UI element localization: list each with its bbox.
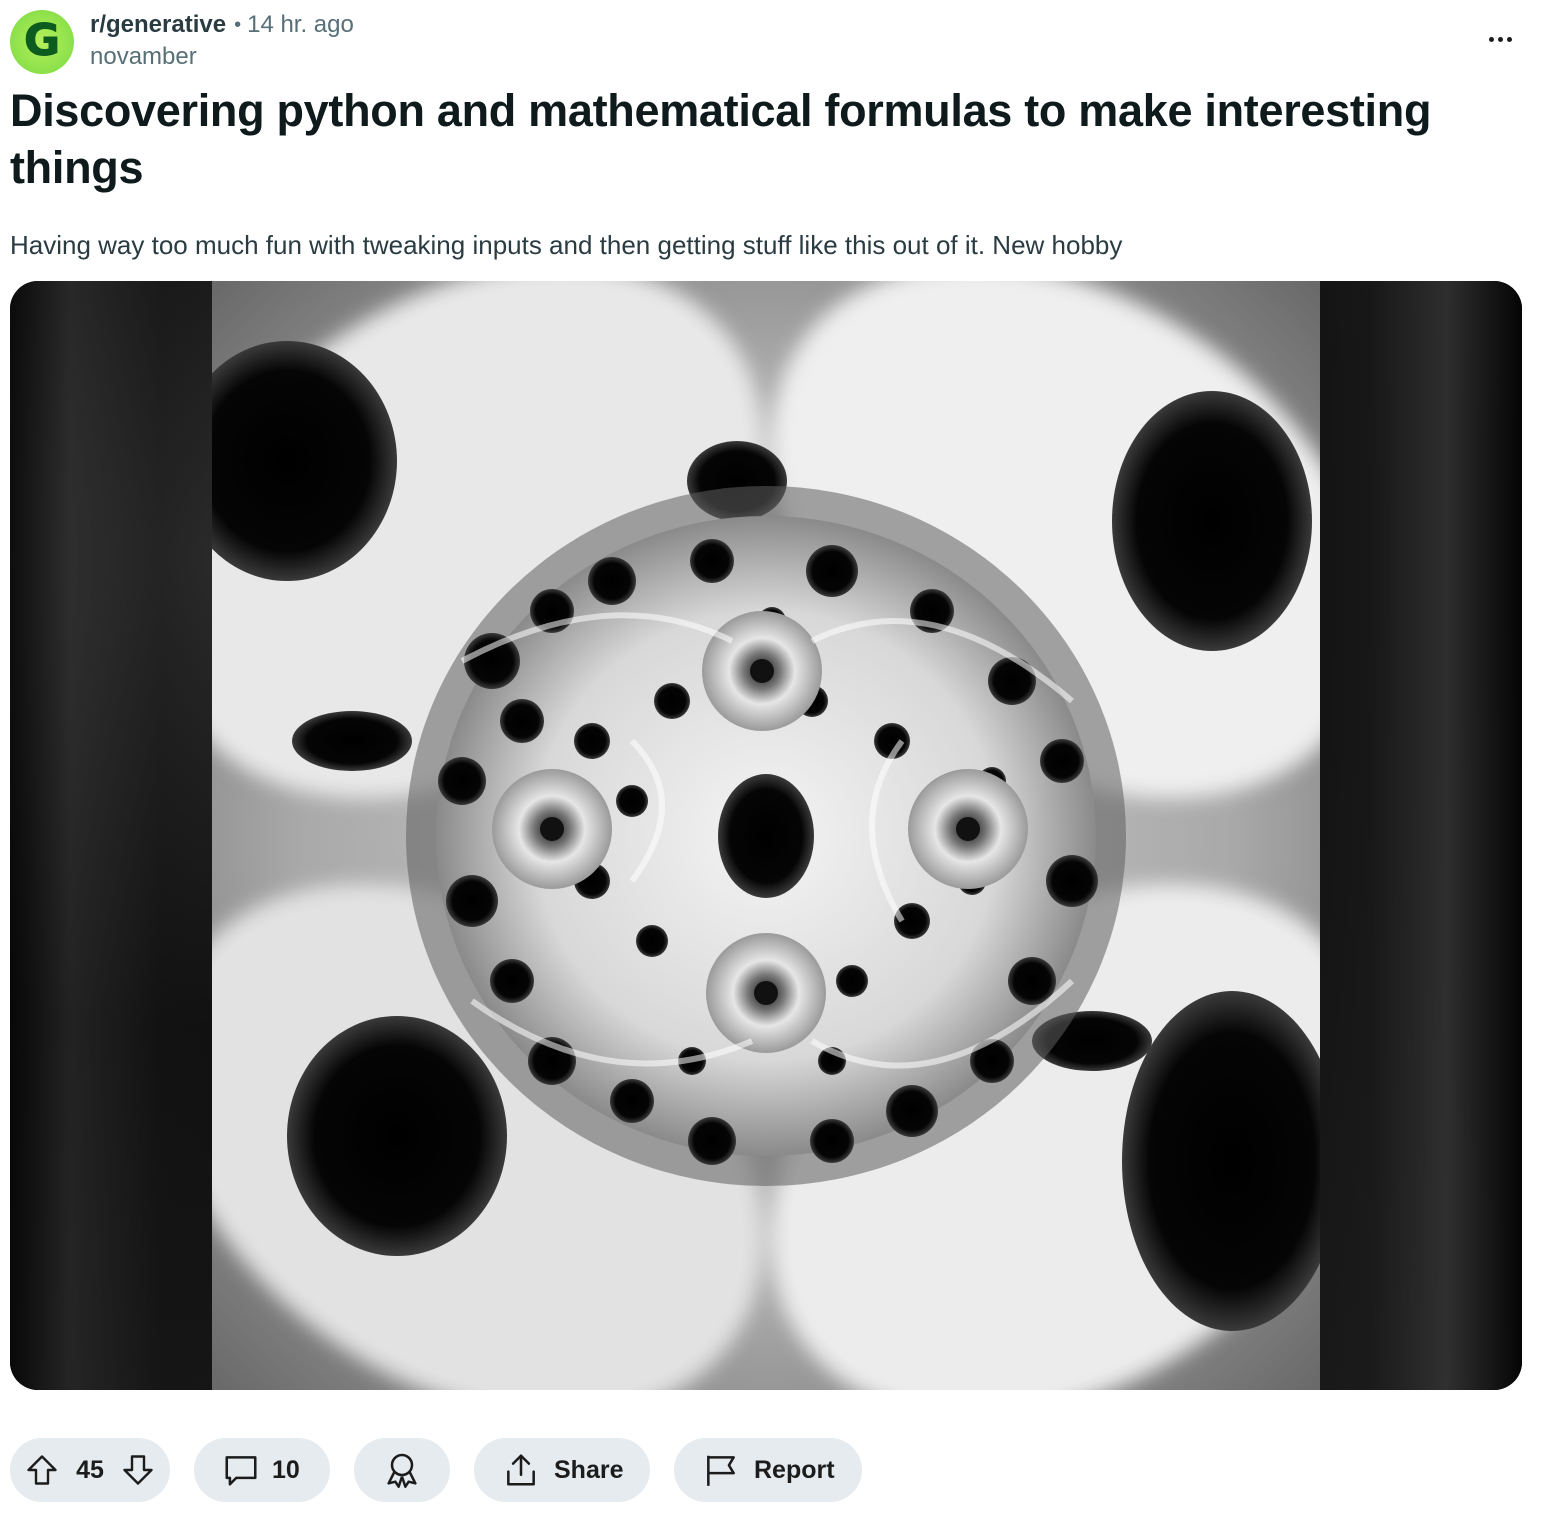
meta-separator: •	[234, 13, 242, 36]
subreddit-link[interactable]: r/generative	[90, 11, 226, 39]
flag-icon	[702, 1451, 740, 1489]
author-link[interactable]: novamber	[90, 43, 197, 71]
post-media[interactable]	[10, 281, 1522, 1390]
report-button[interactable]: Report	[674, 1438, 862, 1502]
post-body: Having way too much fun with tweaking in…	[10, 230, 1123, 260]
more-options-icon[interactable]	[1480, 24, 1520, 54]
comment-count: 10	[272, 1455, 300, 1484]
vote-score: 45	[76, 1455, 104, 1484]
post-time: 14 hr. ago	[247, 11, 354, 38]
post-title[interactable]: Discovering python and mathematical form…	[10, 82, 1520, 196]
comments-button[interactable]: 10	[194, 1438, 330, 1502]
post-meta: r/generative • 14 hr. ago	[90, 10, 354, 40]
post-header: G r/generative • 14 hr. ago novamber	[10, 10, 1534, 74]
award-icon	[382, 1450, 422, 1490]
share-upload-icon	[502, 1451, 540, 1489]
vote-group: 45	[10, 1438, 170, 1502]
award-button[interactable]	[354, 1438, 450, 1502]
share-button[interactable]: Share	[474, 1438, 650, 1502]
report-label: Report	[754, 1455, 835, 1484]
subreddit-avatar[interactable]: G	[10, 10, 74, 74]
avatar-letter: G	[23, 15, 61, 66]
share-label: Share	[554, 1455, 624, 1484]
upvote-arrow-icon[interactable]	[24, 1452, 60, 1488]
downvote-arrow-icon[interactable]	[120, 1452, 156, 1488]
comment-bubble-icon	[222, 1451, 260, 1489]
post-image[interactable]	[212, 281, 1320, 1390]
